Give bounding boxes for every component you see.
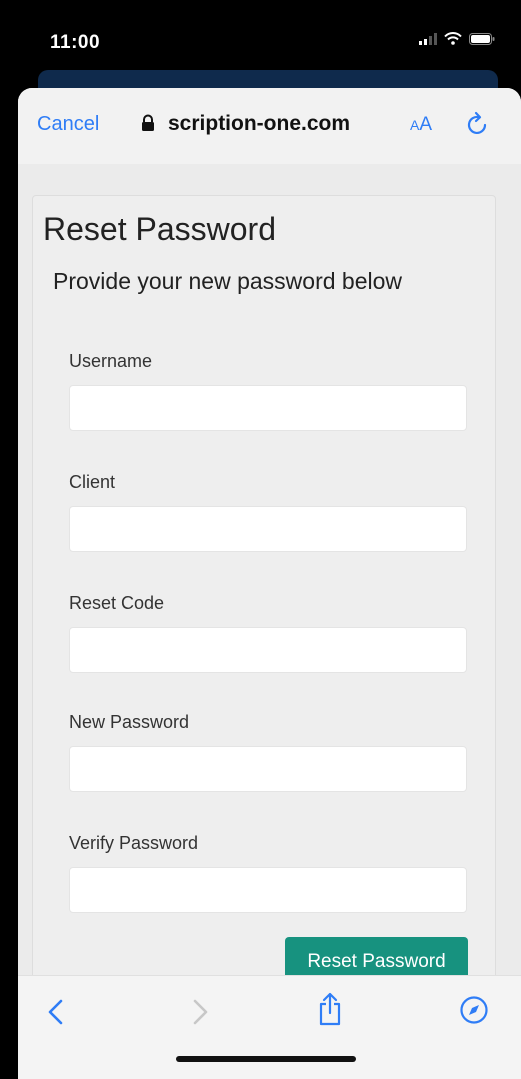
browser-sheet: Cancel scription-one.com AA Reset Passwo… bbox=[18, 88, 521, 1079]
text-size-small-glyph: A bbox=[410, 117, 420, 133]
status-icons bbox=[419, 32, 495, 45]
cancel-button[interactable]: Cancel bbox=[37, 113, 99, 136]
share-icon[interactable] bbox=[318, 992, 342, 1026]
chevron-right-icon[interactable] bbox=[190, 998, 210, 1026]
status-time: 11:00 bbox=[50, 32, 101, 53]
lock-icon bbox=[142, 114, 154, 131]
status-bar: 11:00 bbox=[0, 0, 521, 80]
username-label: Username bbox=[69, 351, 153, 371]
browser-bottom-bar bbox=[18, 975, 521, 1079]
username-input[interactable] bbox=[69, 385, 467, 431]
battery-icon bbox=[469, 32, 495, 45]
text-size-button[interactable]: AA bbox=[410, 114, 432, 136]
compass-icon[interactable] bbox=[459, 995, 489, 1025]
text-size-large-glyph: A bbox=[419, 114, 433, 135]
reset-code-input[interactable] bbox=[69, 627, 467, 673]
browser-toolbar: Cancel scription-one.com AA bbox=[18, 88, 521, 164]
new-password-input[interactable] bbox=[69, 746, 467, 792]
client-input[interactable] bbox=[69, 506, 467, 552]
page-subtitle: Provide your new password below bbox=[53, 268, 403, 294]
cellular-signal-icon bbox=[419, 32, 437, 45]
page-title: Reset Password bbox=[43, 211, 276, 247]
refresh-icon[interactable] bbox=[466, 111, 490, 137]
reset-code-label: Reset Code bbox=[69, 593, 165, 613]
wifi-icon bbox=[444, 32, 462, 45]
new-password-label: New Password bbox=[69, 712, 190, 732]
verify-password-label: Verify Password bbox=[69, 833, 199, 853]
home-indicator[interactable] bbox=[176, 1056, 356, 1062]
url-label[interactable]: scription-one.com bbox=[168, 112, 350, 136]
verify-password-input[interactable] bbox=[69, 867, 467, 913]
client-label: Client bbox=[69, 472, 116, 492]
reset-password-form: Reset Password Provide your new password… bbox=[32, 195, 496, 1077]
chevron-left-icon[interactable] bbox=[46, 998, 66, 1026]
